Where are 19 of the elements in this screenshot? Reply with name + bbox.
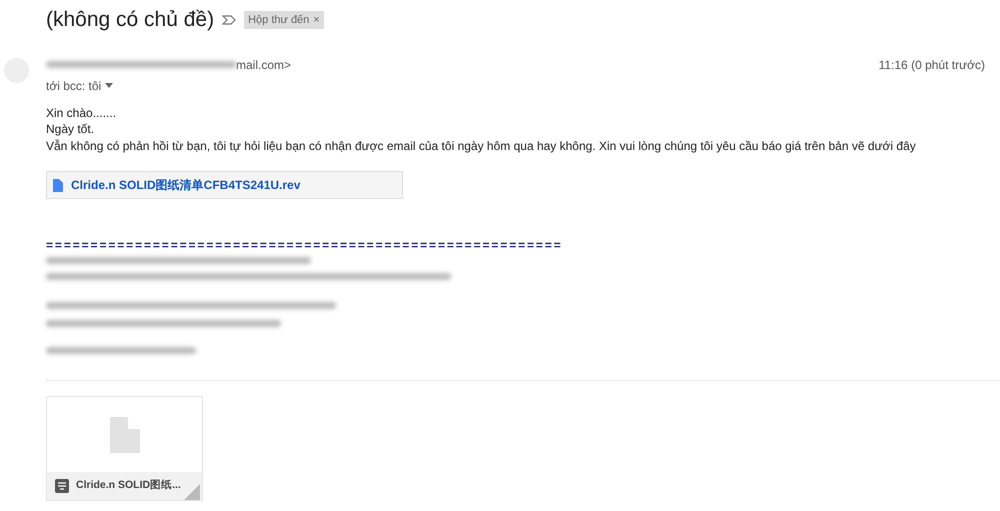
document-icon	[53, 178, 63, 192]
body-text: Vẫn không có phản hồi từ bạn, tôi tự hỏi liệu bạn có nhận được email của tôi ngày hôm qua hay không. Xin vui lòng chúng tôi yêu cầu báo giá trên bản vẽ dưới đây	[46, 138, 917, 154]
file-icon	[110, 416, 140, 452]
email-subject: (không có chủ đề)	[46, 7, 214, 33]
attachment-card[interactable]: Clride.n SOLID图纸...	[46, 396, 203, 501]
importance-marker-icon[interactable]	[222, 14, 236, 25]
body-text: Ngày tốt.	[46, 121, 96, 138]
remove-label-button[interactable]: ×	[313, 12, 320, 28]
document-icon	[55, 479, 69, 493]
signature-divider: ==========================================================	[46, 239, 564, 251]
sender-address: mail.com>	[236, 56, 292, 74]
folded-corner-icon	[184, 484, 200, 500]
inbox-label[interactable]: Hộp thư đến ×	[244, 10, 324, 29]
attachment-name: Clride.n SOLID图纸...	[76, 478, 181, 494]
message-time: 11:16 (0 phút trước)	[878, 56, 985, 74]
body-text: Xin chào.......	[46, 104, 118, 121]
attachment-link[interactable]: Clride.n SOLID图纸清单CFB4TS241U.rev	[46, 171, 403, 199]
recipient-text: tới bcc: tôi	[46, 78, 102, 94]
caret-icon[interactable]	[105, 83, 114, 88]
